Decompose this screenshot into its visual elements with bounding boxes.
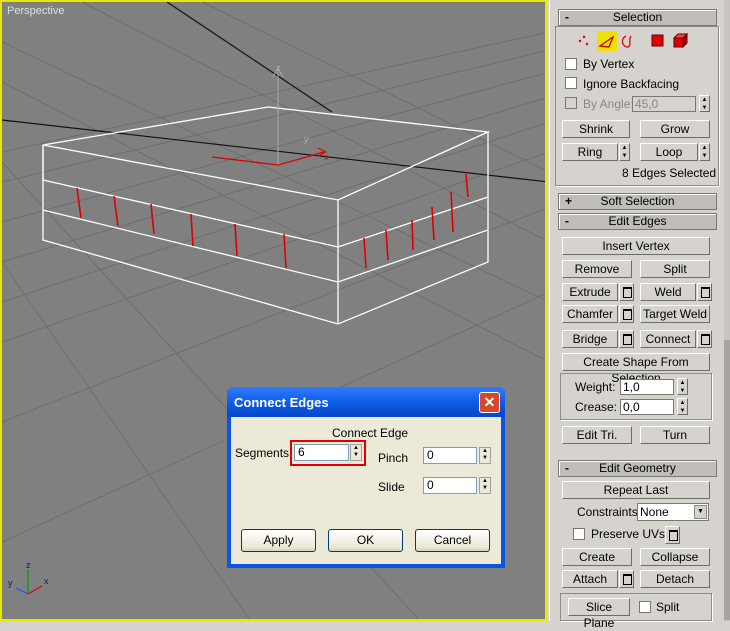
attach-settings-button[interactable] — [619, 570, 634, 588]
svg-text:y: y — [8, 578, 13, 588]
svg-text:x: x — [44, 576, 49, 586]
chevron-down-icon[interactable]: ▼ — [694, 505, 707, 519]
slide-field[interactable]: 0 — [423, 477, 477, 494]
ignore-backfacing-checkbox[interactable] — [565, 77, 577, 89]
element-icon[interactable] — [672, 32, 689, 49]
rollout-selection-header[interactable]: - Selection — [558, 9, 717, 26]
repeat-last-button[interactable]: Repeat Last — [562, 481, 710, 499]
crease-field[interactable]: 0,0 — [620, 399, 674, 415]
connect-button[interactable]: Connect — [640, 330, 696, 348]
weight-label: Weight: — [575, 380, 616, 394]
by-angle-spinner[interactable]: ▲ ▼ — [699, 95, 710, 112]
extrude-button[interactable]: Extrude — [562, 283, 618, 301]
weld-button[interactable]: Weld — [640, 283, 696, 301]
remove-button[interactable]: Remove — [562, 260, 632, 278]
crease-spinner[interactable]: ▲ ▼ — [677, 398, 688, 415]
segments-label: Segments: — [235, 446, 293, 460]
constraints-value: None — [640, 505, 669, 519]
edit-tri-button[interactable]: Edit Tri. — [562, 426, 632, 444]
connect-settings-button[interactable] — [697, 330, 712, 348]
dialog-titlebar[interactable]: Connect Edges ✕ — [227, 387, 505, 417]
collapse-button[interactable]: Collapse — [640, 548, 710, 566]
dialog-body: Connect Edge Segments: 6 ▲ ▼ Pinch 0 ▲ ▼ S… — [231, 417, 501, 564]
ring-spinner[interactable]: ▲ ▼ — [619, 143, 630, 161]
pinch-label: Pinch — [378, 451, 409, 465]
constraints-label: Constraints: — [577, 505, 642, 519]
pinch-spinner[interactable]: ▲ ▼ — [479, 447, 491, 464]
vertex-icon[interactable] — [578, 35, 589, 46]
slide-label: Slide — [378, 480, 405, 494]
preserve-uvs-settings-button[interactable] — [665, 526, 680, 544]
split-checkbox[interactable] — [639, 601, 651, 613]
slide-spinner[interactable]: ▲ ▼ — [479, 477, 491, 494]
panel-scrollbar[interactable] — [724, 0, 730, 621]
world-axis-y — [166, 2, 333, 113]
gizmo-x-label: x — [324, 152, 329, 162]
weight-spinner[interactable]: ▲ ▼ — [677, 378, 688, 395]
by-vertex-checkbox[interactable] — [565, 58, 577, 70]
constraints-dropdown[interactable]: None ▼ — [637, 503, 709, 521]
subobject-icons — [578, 31, 689, 51]
rollout-soft-selection-header[interactable]: + Soft Selection — [558, 193, 717, 210]
weld-settings-button[interactable] — [697, 283, 712, 301]
gizmo-z-label: z — [276, 63, 281, 73]
viewport-label[interactable]: Perspective — [7, 5, 64, 17]
connect-edges-dialog: Connect Edges ✕ Connect Edge Segments: 6… — [227, 387, 505, 568]
bridge-settings-button[interactable] — [619, 330, 634, 348]
crease-label: Crease: — [575, 400, 618, 414]
rollout-edit-edges-header[interactable]: - Edit Edges — [558, 213, 717, 230]
apply-button[interactable]: Apply — [241, 529, 316, 552]
segments-spinner[interactable]: ▲ ▼ — [350, 444, 362, 461]
gizmo-y-label: y — [304, 134, 309, 144]
segments-field[interactable]: 6 — [294, 444, 349, 461]
by-vertex-label: By Vertex — [583, 57, 635, 71]
weight-field[interactable]: 1,0 — [620, 379, 674, 395]
grow-button[interactable]: Grow — [640, 120, 710, 138]
connect-edge-group-label: Connect Edge — [332, 426, 409, 440]
attach-button[interactable]: Attach — [562, 570, 618, 588]
polygon-icon[interactable] — [651, 34, 664, 47]
scrollbar-thumb[interactable] — [724, 340, 730, 620]
extrude-settings-button[interactable] — [619, 283, 634, 301]
rollout-edit-geometry-header[interactable]: - Edit Geometry — [558, 460, 717, 477]
chamfer-button[interactable]: Chamfer — [562, 305, 618, 323]
axis-tripod: z x y — [8, 560, 49, 595]
shrink-button[interactable]: Shrink — [562, 120, 630, 138]
dialog-title: Connect Edges — [234, 395, 329, 410]
ring-button[interactable]: Ring — [562, 143, 618, 161]
bridge-button[interactable]: Bridge — [562, 330, 618, 348]
close-icon[interactable]: ✕ — [479, 392, 500, 413]
ok-button[interactable]: OK — [328, 529, 403, 552]
chamfer-settings-button[interactable] — [619, 305, 634, 323]
insert-vertex-button[interactable]: Insert Vertex — [562, 237, 710, 255]
cancel-button[interactable]: Cancel — [415, 529, 490, 552]
command-panel: - Selection By Vertex Ignore Backfacing B… — [549, 0, 730, 630]
selection-status: 8 Edges Selected — [622, 166, 717, 180]
ignore-backfacing-label: Ignore Backfacing — [583, 77, 680, 91]
by-angle-checkbox[interactable] — [565, 97, 577, 109]
turn-button[interactable]: Turn — [640, 426, 710, 444]
svg-text:z: z — [26, 560, 31, 570]
by-angle-label: By Angle: — [583, 97, 634, 111]
preserve-uvs-checkbox[interactable] — [573, 528, 585, 540]
pinch-field[interactable]: 0 — [423, 447, 477, 464]
loop-spinner[interactable]: ▲ ▼ — [699, 143, 710, 161]
target-weld-button[interactable]: Target Weld — [640, 305, 710, 323]
preserve-uvs-label: Preserve UVs — [591, 527, 666, 541]
split-label: Split — [656, 600, 680, 614]
loop-button[interactable]: Loop — [640, 143, 698, 161]
border-icon[interactable] — [621, 35, 632, 48]
create-shape-button[interactable]: Create Shape From Selection — [562, 353, 710, 385]
detach-button[interactable]: Detach — [640, 570, 710, 588]
split-button[interactable]: Split — [640, 260, 710, 278]
by-angle-field[interactable]: 45,0 — [632, 96, 696, 112]
slice-plane-button[interactable]: Slice Plane — [568, 598, 630, 630]
create-button[interactable]: Create — [562, 548, 632, 566]
